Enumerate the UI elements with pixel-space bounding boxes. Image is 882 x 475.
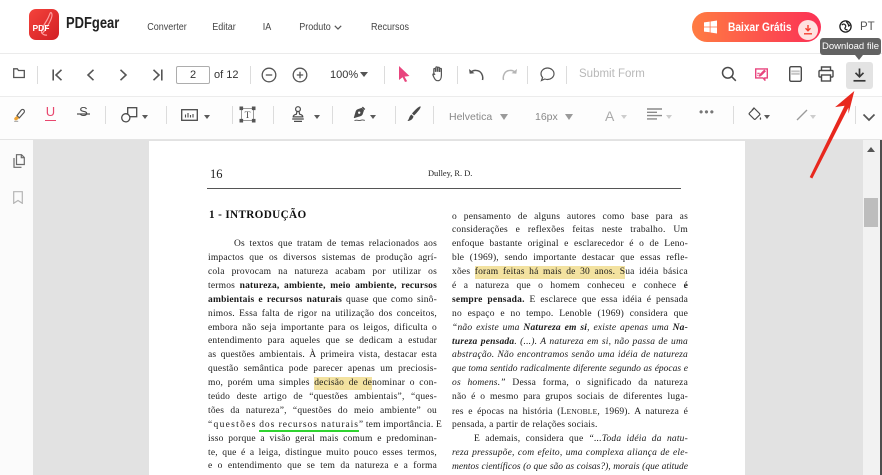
svg-text:T: T: [245, 111, 251, 121]
svg-text:PDF: PDF: [33, 23, 50, 33]
